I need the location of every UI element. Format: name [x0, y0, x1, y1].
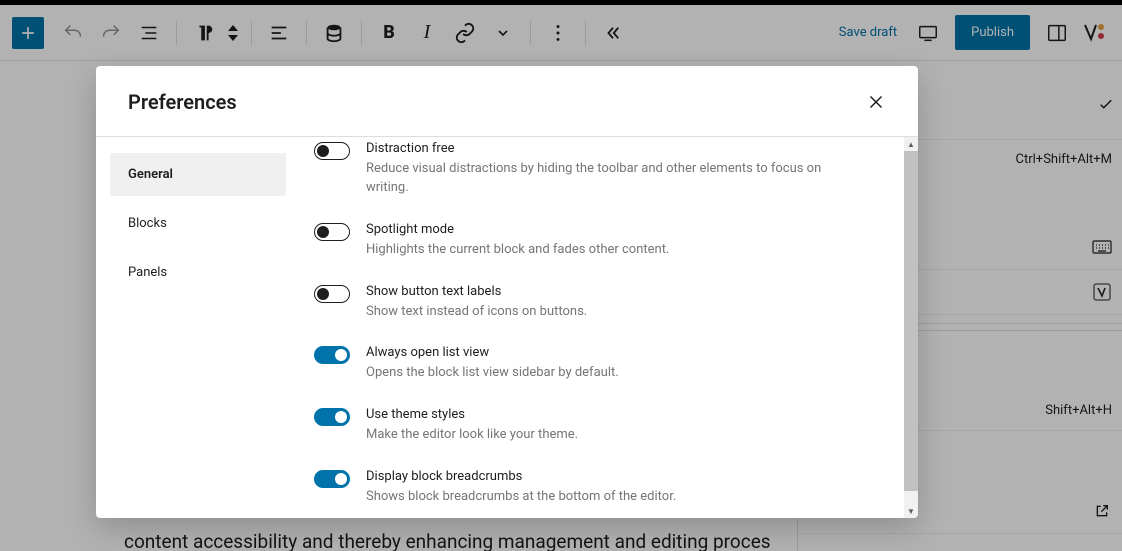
- scroll-down-arrow[interactable]: ▼: [904, 504, 918, 518]
- close-button[interactable]: [862, 88, 890, 116]
- option-label: Show button text labels: [366, 284, 587, 299]
- modal-header: Preferences: [96, 66, 918, 137]
- toggle-button-text-labels[interactable]: [314, 285, 350, 303]
- option-spotlight-mode: Spotlight mode Highlights the current bl…: [314, 210, 904, 272]
- option-label: Distraction free: [366, 141, 836, 156]
- option-label: Display block breadcrumbs: [366, 469, 676, 484]
- tab-blocks[interactable]: Blocks: [110, 202, 286, 245]
- option-distraction-free: Distraction free Reduce visual distracti…: [314, 137, 904, 210]
- option-label: Always open list view: [366, 345, 619, 360]
- option-description: Show text instead of icons on buttons.: [366, 303, 587, 322]
- toggle-distraction-free[interactable]: [314, 142, 350, 160]
- preferences-modal: Preferences General Blocks Panels Distra…: [96, 66, 918, 518]
- option-button-text-labels: Show button text labels Show text instea…: [314, 272, 904, 334]
- option-always-open-list-view: Always open list view Opens the block li…: [314, 333, 904, 395]
- toggle-always-open-list-view[interactable]: [314, 346, 350, 364]
- preferences-tabs: General Blocks Panels: [96, 137, 286, 518]
- scrollbar-thumb[interactable]: [904, 151, 918, 491]
- tab-general[interactable]: General: [110, 153, 286, 196]
- modal-title: Preferences: [128, 90, 237, 114]
- toggle-display-breadcrumbs[interactable]: [314, 470, 350, 488]
- tab-panels[interactable]: Panels: [110, 251, 286, 294]
- option-description: Reduce visual distractions by hiding the…: [366, 160, 836, 198]
- option-display-breadcrumbs: Display block breadcrumbs Shows block br…: [314, 457, 904, 518]
- option-use-theme-styles: Use theme styles Make the editor look li…: [314, 395, 904, 457]
- option-description: Shows block breadcrumbs at the bottom of…: [366, 488, 676, 507]
- toggle-use-theme-styles[interactable]: [314, 408, 350, 426]
- option-label: Use theme styles: [366, 407, 578, 422]
- toggle-spotlight-mode[interactable]: [314, 223, 350, 241]
- option-description: Make the editor look like your theme.: [366, 426, 578, 445]
- scroll-up-arrow[interactable]: ▲: [904, 137, 918, 151]
- option-description: Opens the block list view sidebar by def…: [366, 364, 619, 383]
- preferences-panel: Distraction free Reduce visual distracti…: [286, 137, 918, 518]
- option-label: Spotlight mode: [366, 222, 669, 237]
- option-description: Highlights the current block and fades o…: [366, 241, 669, 260]
